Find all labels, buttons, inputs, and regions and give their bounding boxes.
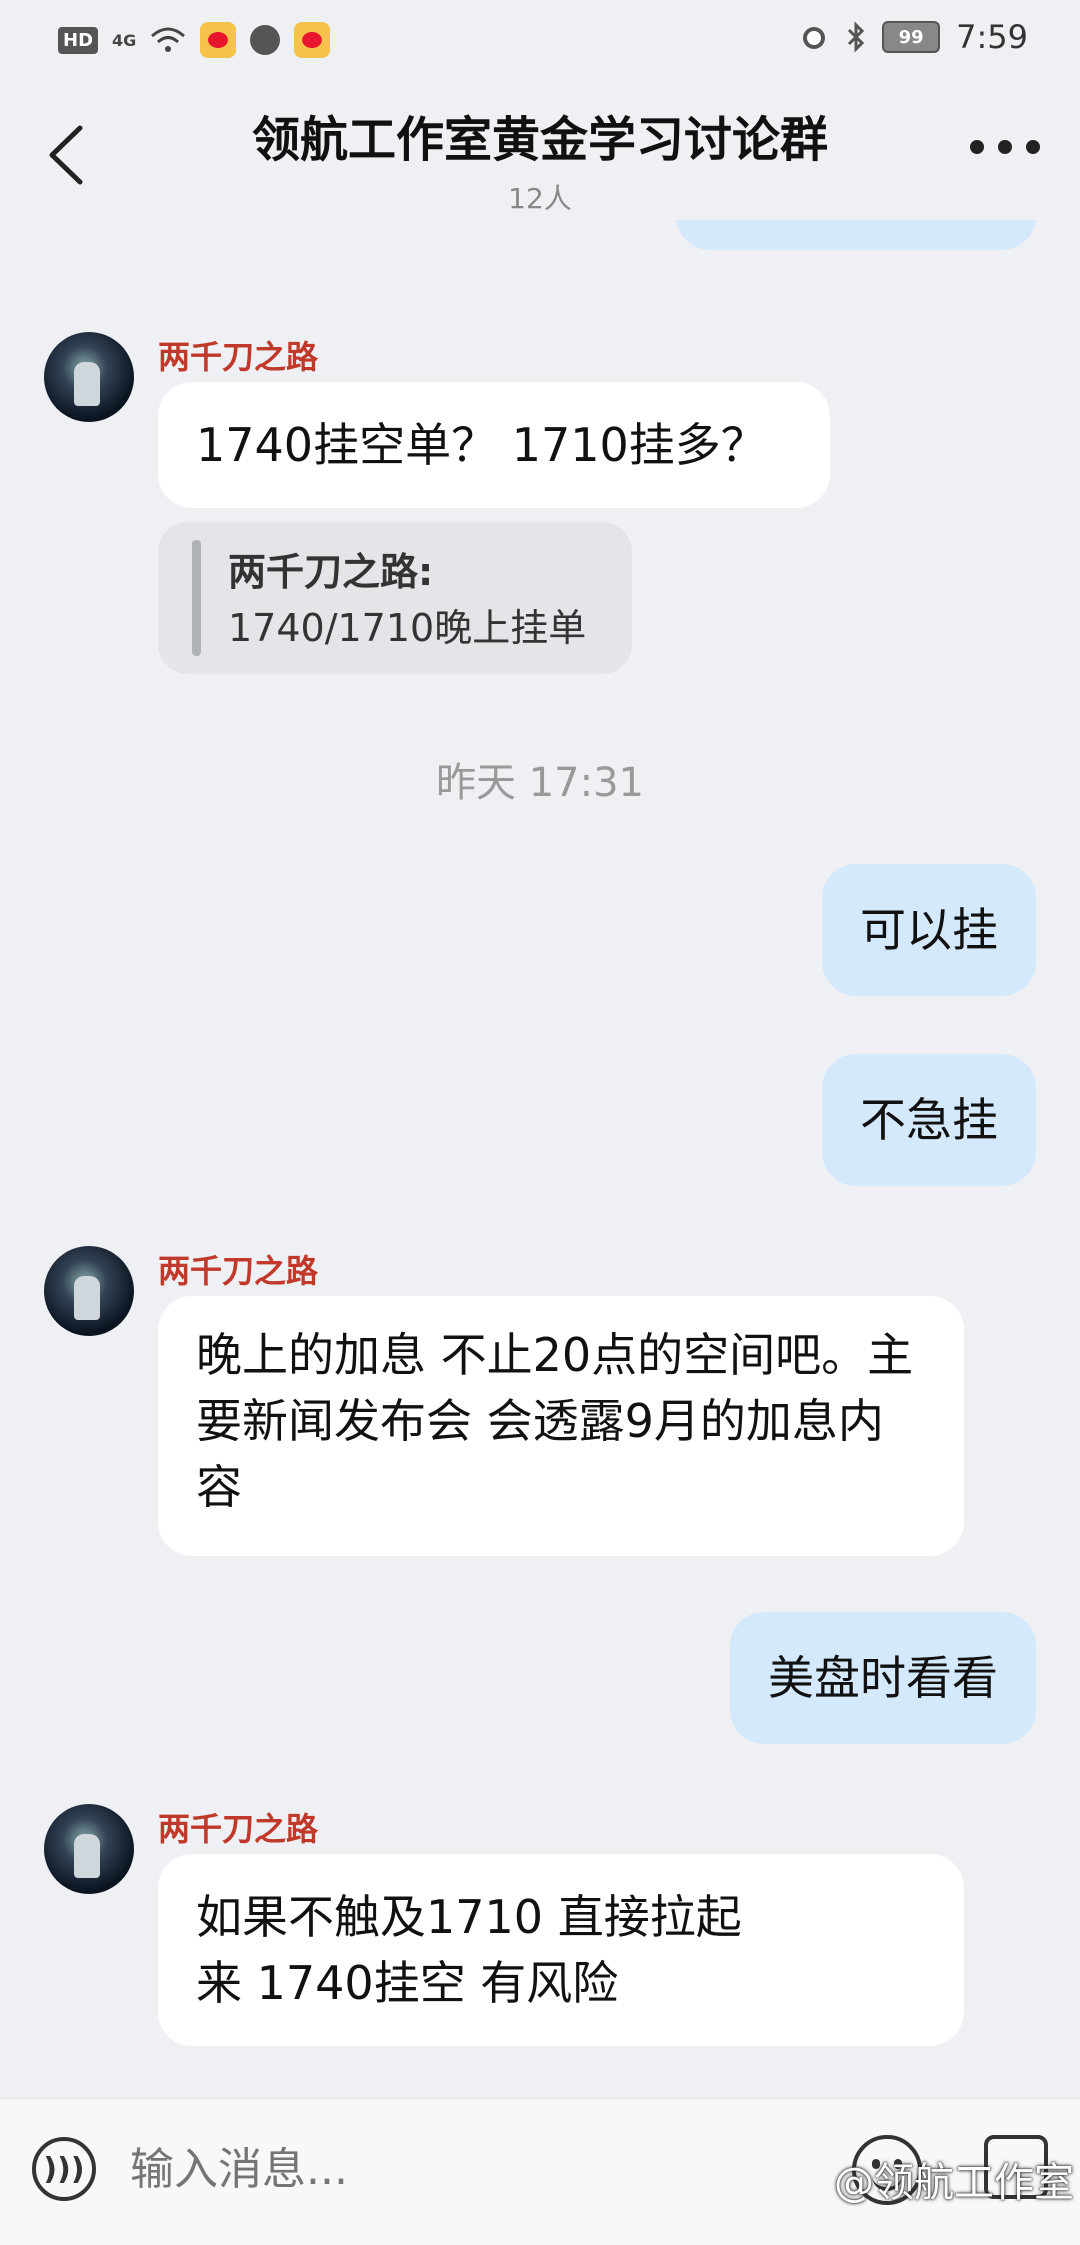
- quote-bar: [192, 540, 201, 656]
- message-bubble-incoming[interactable]: 晚上的加息 不止20点的空间吧。主要新闻发布会 会透露9月的加息内容: [158, 1296, 964, 1556]
- quoted-text: 1740/1710晚上挂单: [228, 606, 587, 650]
- alarm-icon: [803, 27, 826, 49]
- app-icon: [250, 25, 281, 55]
- sender-name: 两千刀之路: [158, 1810, 319, 1848]
- group-title: 领航工作室黄金学习讨论群: [251, 112, 828, 168]
- hd-icon: HD: [58, 26, 99, 54]
- message-input[interactable]: [130, 2139, 670, 2199]
- avatar[interactable]: [44, 332, 134, 422]
- message-bubble-outgoing[interactable]: 不急挂: [822, 1054, 1036, 1186]
- watermark: @领航工作室: [834, 2160, 1074, 2206]
- weibo-icon: [294, 22, 331, 58]
- voice-input-icon[interactable]: ))): [32, 2137, 96, 2201]
- avatar[interactable]: [44, 1804, 134, 1894]
- timestamp: 昨天 17:31: [436, 760, 644, 806]
- quoted-message[interactable]: 两千刀之路: 1740/1710晚上挂单: [158, 522, 632, 674]
- sender-name: 两千刀之路: [158, 1252, 319, 1290]
- wifi-icon: [151, 27, 186, 52]
- signal-icon: 4G: [112, 30, 137, 50]
- message-bubble-outgoing[interactable]: 可以挂: [822, 864, 1036, 996]
- chat-header: 领航工作室黄金学习讨论群 12人: [0, 80, 1080, 220]
- message-list[interactable]: 两千刀之路 1740挂空单？ 1710挂多？ 两千刀之路: 1740/1710晚…: [0, 160, 1080, 2095]
- status-bar: HD 4G 99 7:59: [0, 0, 1080, 80]
- battery-icon: 99: [882, 21, 941, 53]
- message-bubble-incoming[interactable]: 如果不触及1710 直接拉起来 1740挂空 有风险: [158, 1854, 964, 2046]
- more-options-icon[interactable]: [970, 140, 1040, 154]
- message-bubble-outgoing[interactable]: 美盘时看看: [730, 1612, 1036, 1744]
- bluetooth-icon: [848, 21, 865, 53]
- avatar[interactable]: [44, 1246, 134, 1336]
- weibo-icon: [200, 22, 237, 58]
- message-bubble-incoming[interactable]: 1740挂空单？ 1710挂多？: [158, 382, 830, 508]
- member-count: 12人: [508, 182, 572, 215]
- quoted-sender: 两千刀之路:: [228, 550, 434, 594]
- clock: 7:59: [956, 18, 1028, 56]
- sender-name: 两千刀之路: [158, 338, 319, 376]
